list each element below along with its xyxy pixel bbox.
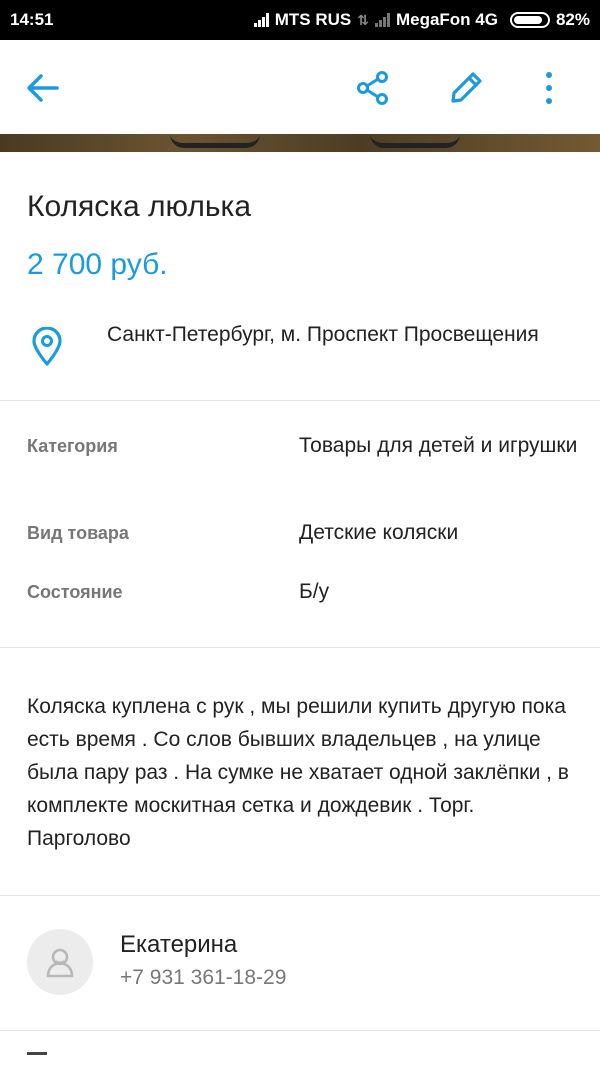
signal2-icon [374,13,390,27]
toolbar [0,40,600,134]
listing-location[interactable]: Санкт-Петербург, м. Проспект Просвещения [107,320,567,350]
pencil-icon [451,72,482,103]
edit-button[interactable] [443,65,489,111]
photo-wheel [170,134,260,148]
divider [0,895,600,896]
attr-value-type: Детские коляски [299,521,459,544]
carrier1-label: MTS RUS [274,10,352,29]
status-right: MTS RUS ⇅ MegaFon 4G 82% [253,10,590,30]
status-bar: 14:51 MTS RUS ⇅ MegaFon 4G 82% [0,0,600,40]
status-time: 14:51 [10,10,54,29]
attr-label-category: Категория [27,436,118,456]
divider [0,400,600,401]
arrow-left-icon [27,74,59,102]
divider [0,1030,600,1031]
data-arrows-icon: ⇅ [357,11,369,28]
attr-value-condition: Б/у [299,580,330,603]
photo-wheel [370,134,460,148]
listing-description: Коляска куплена с рук , мы решили купить… [27,695,569,850]
next-section-peek [27,1052,47,1055]
carrier2-label: MegaFon 4G [395,10,498,29]
attr-value-category: Товары для детей и игрушки [299,434,578,457]
signal-icon [253,13,269,27]
seller-avatar[interactable] [27,929,93,995]
share-button[interactable] [350,65,396,111]
divider [0,647,600,648]
listing-photo[interactable] [0,134,600,152]
seller-phone[interactable]: +7 931 361-18-29 [120,966,286,990]
battery-label: 82% [555,10,590,29]
attr-label-condition: Состояние [27,582,123,602]
listing-title: Коляска люлька [27,190,252,223]
battery-icon [509,12,550,28]
share-icon [357,71,388,105]
more-button[interactable] [526,65,572,111]
more-vertical-icon [546,72,552,104]
user-icon [46,948,74,978]
listing-price: 2 700 руб. [27,248,168,281]
location-pin-icon [32,327,62,366]
seller-name[interactable]: Екатерина [120,931,237,959]
back-button[interactable] [20,65,66,111]
attr-label-type: Вид товара [27,523,129,543]
